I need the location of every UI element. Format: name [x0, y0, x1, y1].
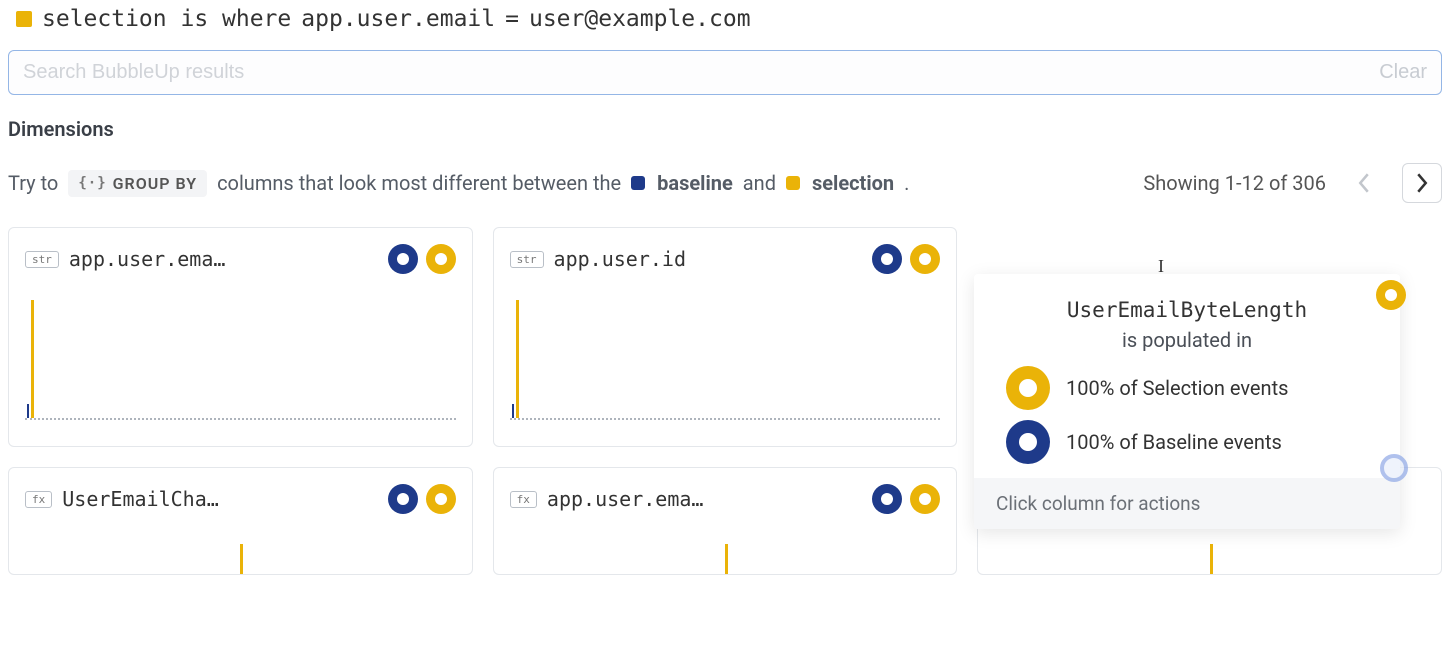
dimension-card[interactable]: fx app.user.ema…: [493, 467, 958, 575]
search-bar[interactable]: Clear: [8, 50, 1442, 95]
group-by-icon: {·}: [78, 175, 106, 191]
selection-swatch-icon: [16, 11, 32, 27]
selection-word: selection: [812, 171, 894, 195]
sparkline: [1210, 544, 1213, 574]
selection-prefix: selection is where: [42, 6, 291, 32]
pager-next-button[interactable]: [1402, 163, 1442, 203]
selection-donut-icon: [910, 484, 940, 514]
card-title: app.user.ema…: [69, 247, 378, 271]
dimension-card[interactable]: str app.user.id: [493, 227, 958, 447]
card-title: app.user.ema…: [547, 487, 862, 511]
pager-showing: Showing 1-12 of 306: [1143, 171, 1326, 195]
card-title: app.user.id: [554, 247, 863, 271]
sparkline: [25, 300, 456, 420]
pager: Showing 1-12 of 306: [1143, 163, 1442, 203]
baseline-swatch-icon: [631, 176, 645, 190]
baseline-word: baseline: [657, 171, 733, 195]
card-title: UserEmailCha…: [62, 487, 377, 511]
selection-op: =: [505, 6, 519, 32]
column-tooltip: UserEmailByteLength is populated in 100%…: [974, 274, 1400, 529]
sparkline: [240, 544, 243, 574]
dimensions-heading: Dimensions: [8, 117, 1442, 141]
selection-donut-icon: [1376, 280, 1406, 310]
baseline-donut-icon: [872, 484, 902, 514]
clock-icon: [1380, 454, 1408, 482]
tooltip-selection-text: 100% of Selection events: [1066, 376, 1288, 400]
sparkline: [725, 544, 728, 574]
type-badge: str: [510, 251, 544, 268]
selection-donut-icon: [426, 244, 456, 274]
hint-end: .: [904, 171, 909, 195]
selection-donut-icon: [426, 484, 456, 514]
dimension-card[interactable]: fx UserEmailCha…: [8, 467, 473, 575]
tooltip-baseline-row: 100% of Baseline events: [996, 420, 1378, 464]
clear-button[interactable]: Clear: [1379, 61, 1427, 84]
type-badge: str: [25, 251, 59, 268]
baseline-donut-icon: [388, 244, 418, 274]
selection-field: app.user.email: [301, 6, 495, 32]
dimensions-hint-row: Try to {·} GROUP BY columns that look mo…: [8, 163, 1442, 203]
search-input[interactable]: [23, 61, 1379, 84]
group-by-button[interactable]: {·} GROUP BY: [68, 170, 207, 197]
hint-mid: columns that look most different between…: [217, 171, 621, 195]
group-by-label: GROUP BY: [113, 174, 197, 193]
pager-prev-button: [1344, 163, 1384, 203]
selection-donut-icon: [910, 244, 940, 274]
type-badge: fx: [25, 491, 52, 508]
baseline-donut-icon: [1006, 420, 1050, 464]
selection-swatch-icon: [786, 176, 800, 190]
tooltip-selection-row: 100% of Selection events: [996, 366, 1378, 410]
chevron-right-icon: [1415, 173, 1429, 193]
sparkline: [510, 300, 941, 420]
baseline-donut-icon: [872, 244, 902, 274]
tooltip-baseline-text: 100% of Baseline events: [1066, 430, 1282, 454]
hint-and: and: [743, 171, 776, 195]
hint-lead: Try to: [8, 171, 58, 195]
tooltip-subtitle: is populated in: [996, 328, 1378, 352]
tooltip-title: UserEmailByteLength: [996, 298, 1378, 322]
tooltip-footer[interactable]: Click column for actions: [974, 478, 1400, 529]
dimension-card[interactable]: str app.user.ema…: [8, 227, 473, 447]
selection-clause: selection is where app.user.email = user…: [8, 6, 1442, 32]
chevron-left-icon: [1357, 173, 1371, 193]
type-badge: fx: [510, 491, 537, 508]
selection-value: user@example.com: [529, 6, 751, 32]
baseline-donut-icon: [388, 484, 418, 514]
selection-donut-icon: [1006, 366, 1050, 410]
